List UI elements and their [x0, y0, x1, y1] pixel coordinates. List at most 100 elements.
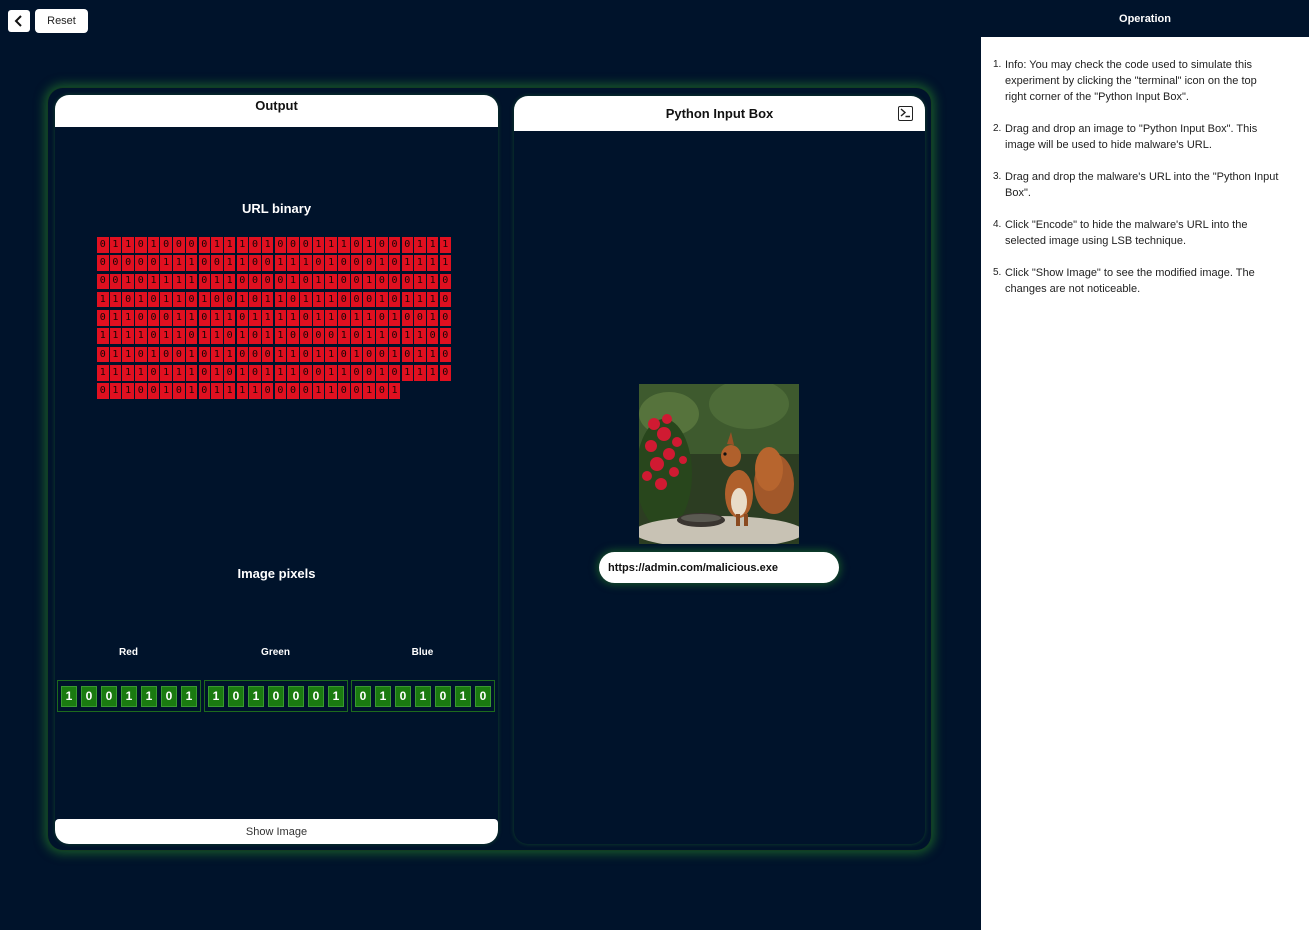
url-bit: 1	[147, 346, 160, 363]
url-bit: 1	[198, 291, 210, 308]
url-bit: 0	[173, 237, 185, 253]
pixel-bit: 1	[141, 685, 157, 707]
url-bit: 1	[274, 310, 287, 326]
url-bit: 0	[261, 273, 274, 290]
url-bit: 0	[363, 291, 375, 308]
url-bit: 0	[350, 237, 363, 253]
pixel-bit: 1	[455, 685, 471, 707]
url-bit: 0	[249, 237, 261, 253]
url-bit: 0	[97, 273, 109, 290]
url-bit: 1	[388, 383, 401, 399]
url-bit: 0	[300, 328, 312, 344]
show-image-button[interactable]: Show Image	[55, 819, 498, 844]
url-bit: 0	[300, 383, 312, 399]
url-bit: 1	[338, 237, 350, 253]
url-bit: 0	[97, 346, 109, 363]
url-bit: 0	[376, 383, 388, 399]
url-bit: 1	[401, 328, 413, 344]
url-bit: 1	[274, 365, 287, 381]
url-bit: 0	[350, 291, 363, 308]
url-bit: 0	[249, 291, 261, 308]
python-input-panel: Python Input Box https://admin.com/malic…	[514, 96, 925, 844]
url-bit: 1	[185, 310, 198, 326]
squirrel-image[interactable]	[639, 384, 799, 544]
url-bit: 1	[211, 346, 223, 363]
url-bit: 1	[414, 291, 426, 308]
url-bit: 0	[261, 255, 274, 271]
step-text: Click "Encode" to hide the malware's URL…	[1005, 219, 1248, 247]
url-bit: 1	[97, 328, 109, 344]
url-bit: 0	[401, 237, 413, 253]
url-bit: 1	[185, 346, 198, 363]
url-bit: 0	[147, 310, 160, 326]
reset-button[interactable]: Reset	[35, 9, 88, 33]
url-bit: 1	[376, 365, 388, 381]
url-bit: 1	[211, 365, 223, 381]
url-bit: 1	[109, 291, 122, 308]
url-bit: 1	[160, 255, 172, 271]
url-bit: 0	[439, 328, 452, 344]
url-bit: 1	[401, 291, 413, 308]
url-bit: 1	[338, 365, 350, 381]
url-bit: 1	[261, 237, 274, 253]
url-bit: 1	[185, 255, 198, 271]
url-bit: 1	[236, 291, 249, 308]
url-bit: 0	[223, 365, 236, 381]
pixel-bit: 1	[121, 685, 137, 707]
url-bit: 1	[236, 328, 249, 344]
url-bit: 1	[312, 346, 325, 363]
url-bit: 0	[338, 310, 350, 326]
url-bit: 0	[160, 346, 172, 363]
url-bit: 0	[388, 328, 401, 344]
url-bit: 0	[300, 237, 312, 253]
url-bit: 0	[325, 328, 337, 344]
url-bit: 1	[135, 291, 147, 308]
terminal-icon[interactable]	[898, 106, 913, 121]
url-bit: 0	[426, 328, 439, 344]
url-bit: 1	[261, 328, 274, 344]
url-bit: 1	[223, 255, 236, 271]
url-bit: 1	[363, 273, 375, 290]
url-bit: 0	[287, 291, 299, 308]
url-bit: 0	[122, 255, 134, 271]
pixel-bit: 1	[248, 685, 264, 707]
url-binary-title: URL binary	[241, 201, 312, 216]
url-bit: 1	[414, 255, 426, 271]
url-bit: 1	[135, 365, 147, 381]
url-bit: 1	[173, 365, 185, 381]
url-bit: 0	[135, 310, 147, 326]
pixel-bit: 0	[228, 685, 244, 707]
url-bit: 1	[426, 237, 439, 253]
url-bit: 1	[426, 310, 439, 326]
url-bit: 0	[363, 255, 375, 271]
url-bit: 1	[325, 291, 337, 308]
url-bit: 0	[300, 365, 312, 381]
url-bit: 0	[249, 365, 261, 381]
blue-channel-label: Blue	[411, 647, 434, 658]
url-bit: 1	[173, 328, 185, 344]
url-bit: 1	[185, 383, 198, 399]
step-item: 4. Click "Encode" to hide the malware's U…	[993, 217, 1279, 249]
url-bit: 0	[350, 328, 363, 344]
pixel-bit: 1	[328, 685, 344, 707]
url-bit: 1	[312, 310, 325, 326]
step-text: Drag and drop the malware's URL into the…	[1005, 171, 1279, 199]
url-bit: 1	[211, 383, 223, 399]
url-bit: 0	[401, 310, 413, 326]
url-bit: 0	[439, 291, 452, 308]
url-bit: 0	[261, 383, 274, 399]
url-bit: 0	[439, 346, 452, 363]
malware-url-chip[interactable]: https://admin.com/malicious.exe	[599, 552, 839, 583]
pixel-bit: 0	[475, 685, 491, 707]
url-bit: 1	[109, 365, 122, 381]
url-bit: 0	[97, 310, 109, 326]
url-bit: 0	[249, 273, 261, 290]
back-button[interactable]	[8, 10, 30, 32]
url-bit: 0	[274, 237, 287, 253]
url-bit: 0	[173, 346, 185, 363]
url-bit: 1	[249, 383, 261, 399]
url-bit: 1	[376, 291, 388, 308]
url-bit: 0	[287, 383, 299, 399]
url-bit: 0	[249, 346, 261, 363]
url-bit: 1	[388, 346, 401, 363]
